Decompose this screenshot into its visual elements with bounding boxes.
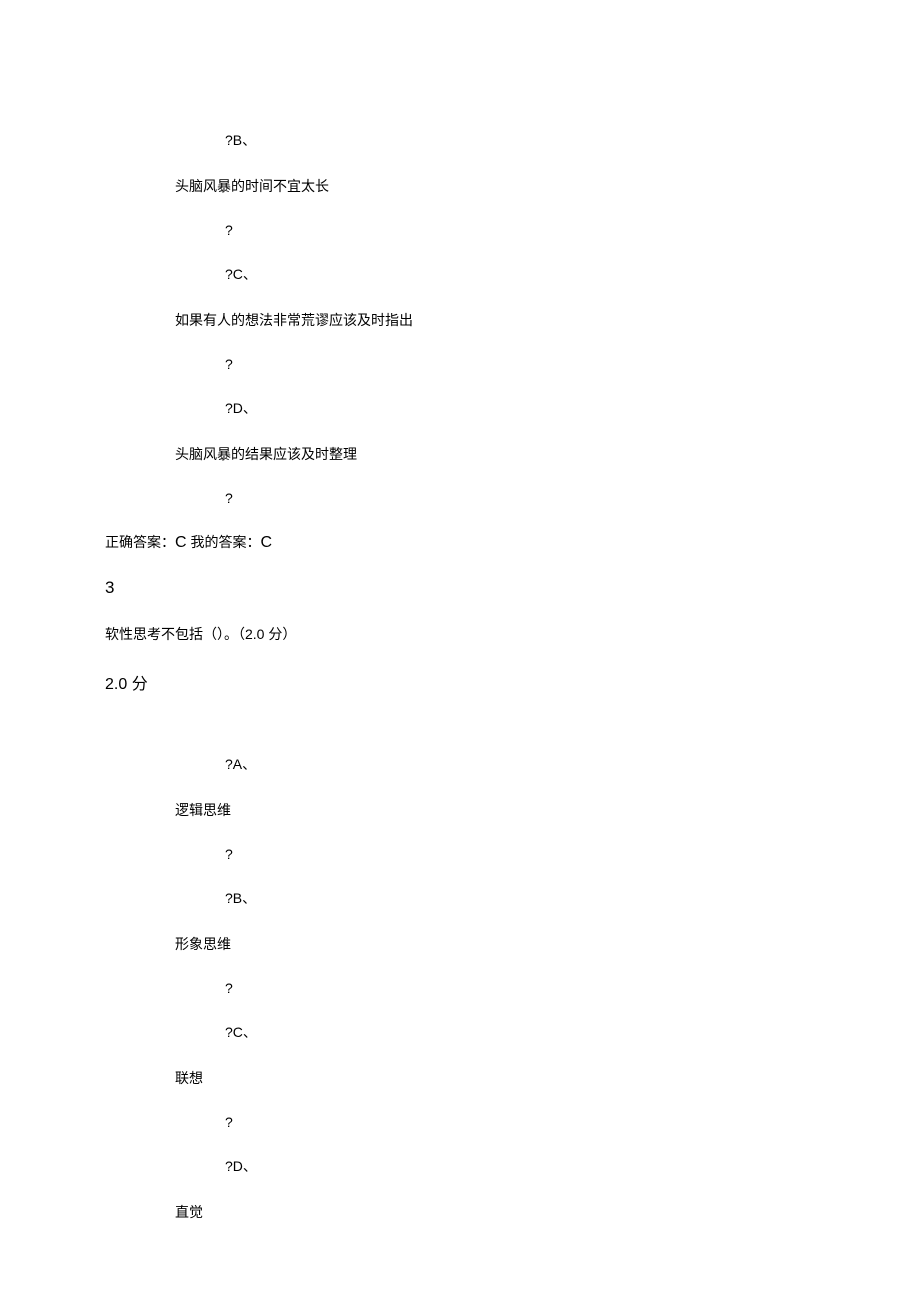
my-answer-prefix: 我的答案： <box>187 534 261 550</box>
my-answer: C <box>260 534 272 551</box>
option-c-text: 如果有人的想法非常荒谬应该及时指出 <box>105 310 815 330</box>
option-c-label: ?C、 <box>105 1022 815 1042</box>
question-text: 软性思考不包括（）。（2.0 分） <box>105 624 815 644</box>
option-a-label: ?A、 <box>105 754 815 774</box>
qmark: ? <box>105 980 815 996</box>
option-c-text: 联想 <box>105 1068 815 1088</box>
option-b-label: ?B、 <box>105 888 815 908</box>
option-b-label: ?B、 <box>105 130 815 150</box>
qmark: ? <box>105 490 815 506</box>
option-d-label: ?D、 <box>105 1156 815 1176</box>
qmark: ? <box>105 356 815 372</box>
points: 2.0 分 <box>105 670 815 694</box>
answer-line: 正确答案：C 我的答案：C <box>105 532 815 552</box>
option-d-text: 头脑风暴的结果应该及时整理 <box>105 444 815 464</box>
correct-answer: C <box>175 534 187 551</box>
question-number: 3 <box>105 578 815 598</box>
option-c-label: ?C、 <box>105 264 815 284</box>
qmark: ? <box>105 222 815 238</box>
option-d-label: ?D、 <box>105 398 815 418</box>
option-d-text: 直觉 <box>105 1202 815 1222</box>
qmark: ? <box>105 1114 815 1130</box>
option-b-text: 形象思维 <box>105 934 815 954</box>
qmark: ? <box>105 846 815 862</box>
option-b-text: 头脑风暴的时间不宜太长 <box>105 176 815 196</box>
correct-answer-prefix: 正确答案： <box>105 534 175 550</box>
option-a-text: 逻辑思维 <box>105 800 815 820</box>
